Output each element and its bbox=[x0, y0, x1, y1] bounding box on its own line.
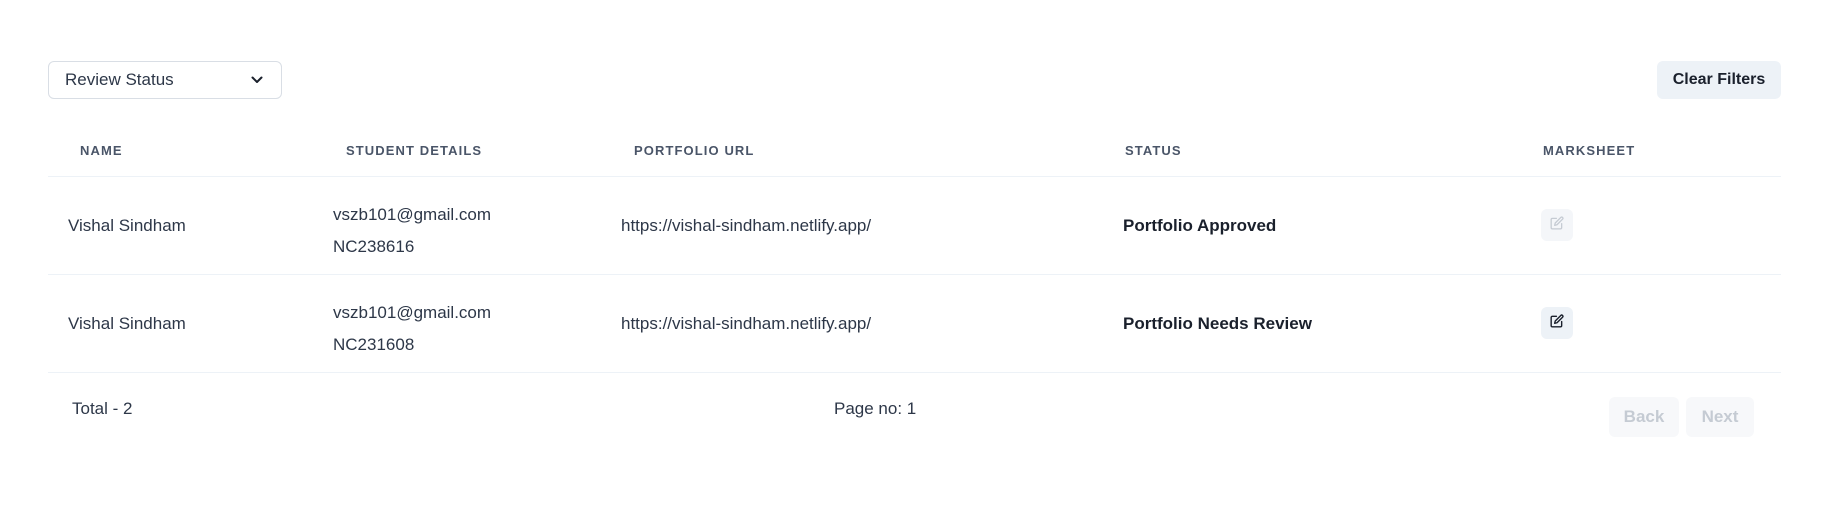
portfolio-status: Portfolio Needs Review bbox=[1123, 314, 1312, 333]
edit-icon bbox=[1550, 313, 1564, 333]
table-row: Vishal Sindham vszb101@gmail.com NC23861… bbox=[48, 177, 1781, 275]
chevron-down-icon bbox=[249, 72, 265, 88]
marksheet-edit-button[interactable] bbox=[1541, 307, 1573, 339]
table-header: Name Student Details Portfolio URL Statu… bbox=[48, 126, 1781, 177]
edit-icon bbox=[1550, 215, 1564, 235]
table-row: Vishal Sindham vszb101@gmail.com NC23160… bbox=[48, 275, 1781, 373]
student-id: NC238616 bbox=[333, 237, 415, 256]
student-email: vszb101@gmail.com bbox=[333, 205, 492, 224]
portfolio-url[interactable]: https://vishal-sindham.netlify.app/ bbox=[621, 216, 871, 236]
review-status-select[interactable]: Review Status bbox=[48, 61, 282, 99]
student-id: NC231608 bbox=[333, 335, 415, 354]
clear-filters-button[interactable]: Clear Filters bbox=[1657, 61, 1781, 99]
student-email: vszb101@gmail.com bbox=[333, 303, 492, 322]
portfolio-url[interactable]: https://vishal-sindham.netlify.app/ bbox=[621, 314, 871, 334]
student-portfolio-page: Review Status Clear Filters Name Student… bbox=[0, 0, 1824, 515]
marksheet-edit-button bbox=[1541, 209, 1573, 241]
student-details: vszb101@gmail.com NC231608 bbox=[333, 297, 491, 361]
student-details: vszb101@gmail.com NC238616 bbox=[333, 199, 491, 263]
column-header-portfolio-url: Portfolio URL bbox=[634, 143, 755, 158]
student-name: Vishal Sindham bbox=[68, 216, 186, 235]
next-button[interactable]: Next bbox=[1686, 397, 1754, 437]
table-footer: Total - 2 Page no: 1 Back Next bbox=[48, 373, 1781, 459]
column-header-name: Name bbox=[80, 143, 123, 158]
column-header-status: Status bbox=[1125, 143, 1182, 158]
column-header-marksheet: Marksheet bbox=[1543, 143, 1636, 158]
column-header-student-details: Student Details bbox=[346, 143, 483, 158]
review-status-select-label: Review Status bbox=[65, 70, 174, 89]
student-name: Vishal Sindham bbox=[68, 314, 186, 333]
portfolio-status: Portfolio Approved bbox=[1123, 216, 1277, 235]
page-number: Page no: 1 bbox=[834, 399, 917, 418]
students-table: Name Student Details Portfolio URL Statu… bbox=[48, 126, 1781, 459]
total-count: Total - 2 bbox=[72, 399, 133, 418]
back-button[interactable]: Back bbox=[1609, 397, 1679, 437]
